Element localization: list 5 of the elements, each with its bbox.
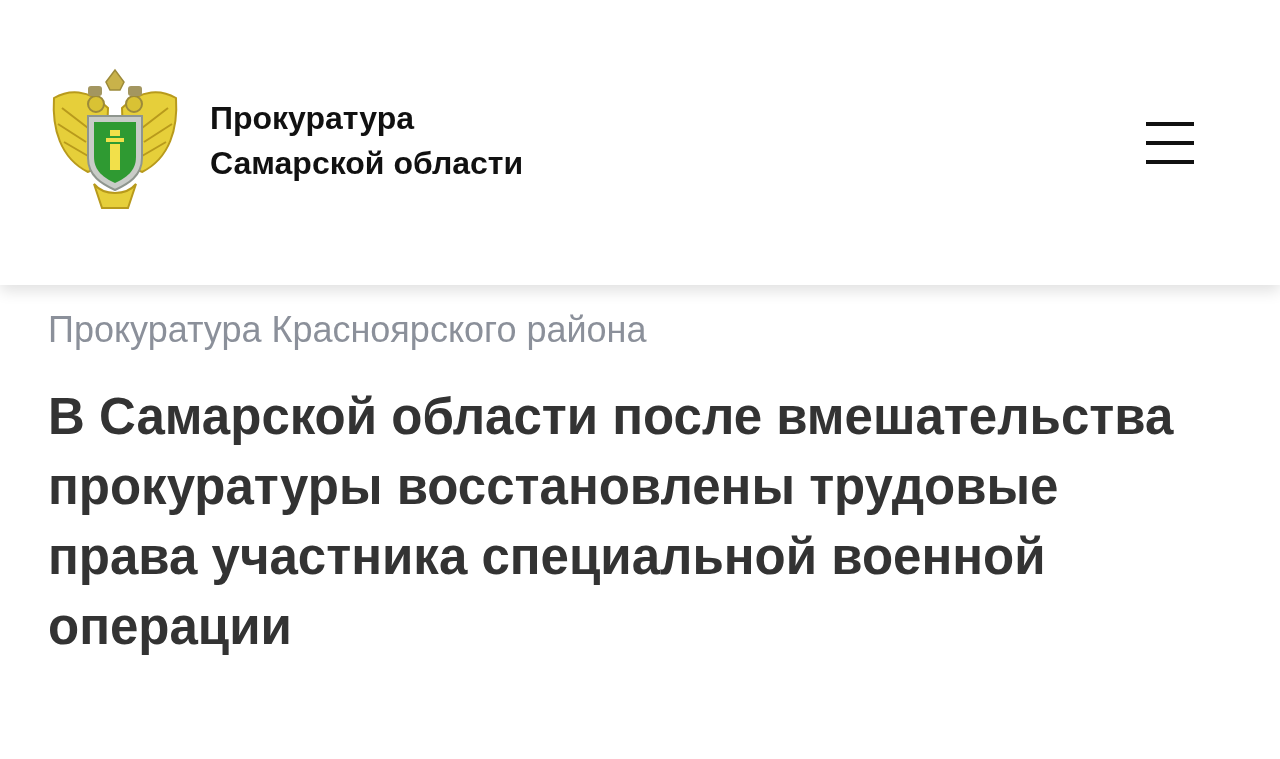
article-headline: В Самарской области после вмешательства прокуратуры восстановлены трудовые права участника специальной военной операции — [48, 387, 1175, 657]
menu-icon — [1146, 121, 1194, 164]
breadcrumb-text: Прокуратура Красноярского района — [48, 308, 648, 351]
site-title: Прокуратура Самарской области — [210, 98, 525, 183]
menu-button[interactable] — [1146, 121, 1194, 164]
